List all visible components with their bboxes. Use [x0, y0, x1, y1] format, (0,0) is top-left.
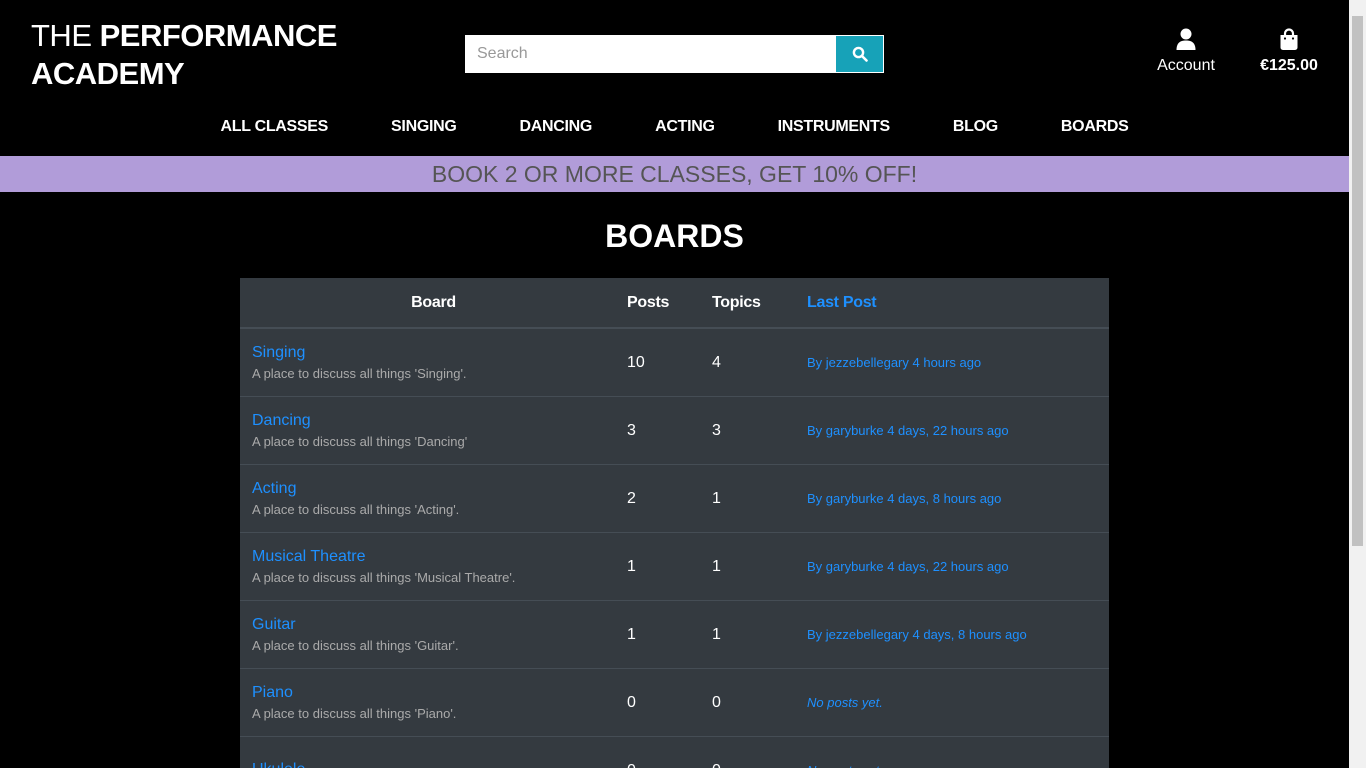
logo-text-bold-2: ACADEMY: [31, 56, 185, 91]
nav-instruments[interactable]: INSTRUMENTS: [778, 110, 891, 144]
board-link[interactable]: Musical Theatre: [252, 547, 615, 567]
last-post-link[interactable]: By jezzebellegary 4 hours ago: [795, 329, 1109, 396]
board-link[interactable]: Piano: [252, 683, 615, 703]
nav-singing[interactable]: SINGING: [391, 110, 457, 144]
site-header: THE PERFORMANCE ACADEMY Account: [0, 0, 1349, 156]
account-link[interactable]: Account: [1150, 28, 1222, 75]
board-link[interactable]: Guitar: [252, 615, 615, 635]
no-posts-text: No posts yet.: [795, 737, 1109, 768]
scrollbar-thumb[interactable]: [1352, 16, 1363, 546]
logo-text-bold: PERFORMANCE: [99, 18, 338, 53]
shopping-bag-link[interactable]: €125.00: [1253, 28, 1325, 75]
table-row: Piano A place to discuss all things 'Pian…: [240, 668, 1109, 736]
posts-count: 0: [615, 737, 700, 768]
last-post-link[interactable]: By jezzebellegary 4 days, 8 hours ago: [795, 601, 1109, 668]
topics-count: 1: [712, 625, 721, 643]
last-post-link[interactable]: By garyburke 4 days, 22 hours ago: [795, 533, 1109, 600]
board-description: A place to discuss all things 'Acting'.: [252, 501, 460, 517]
table-row: Ukulele 0 0 No posts yet.: [240, 736, 1109, 768]
main-nav: ALL CLASSES SINGING DANCING ACTING INSTR…: [0, 110, 1349, 144]
nav-boards[interactable]: BOARDS: [1061, 110, 1129, 144]
table-row: Guitar A place to discuss all things 'Gui…: [240, 600, 1109, 668]
logo-text-light: THE: [31, 18, 100, 53]
page-scrollbar[interactable]: [1349, 0, 1366, 768]
search-input[interactable]: [465, 35, 835, 73]
promo-banner: BOOK 2 OR MORE CLASSES, GET 10% OFF!: [0, 156, 1349, 192]
posts-count: 2: [627, 489, 636, 507]
user-icon: [1176, 28, 1196, 50]
table-row: Acting A place to discuss all things 'Act…: [240, 464, 1109, 532]
board-link[interactable]: Singing: [252, 343, 615, 363]
topics-count: 0: [712, 693, 721, 711]
table-header: Board Posts Topics Last Post: [240, 278, 1109, 328]
topics-count: 1: [712, 489, 721, 507]
topics-count: 3: [712, 421, 721, 439]
nav-all-classes[interactable]: ALL CLASSES: [221, 110, 329, 144]
nav-blog[interactable]: BLOG: [953, 110, 998, 144]
table-row: Dancing A place to discuss all things 'Da…: [240, 396, 1109, 464]
header-board: Board: [411, 293, 456, 311]
shopping-bag-icon: [1280, 28, 1298, 50]
board-description: A place to discuss all things 'Piano'.: [252, 705, 457, 721]
search-form: [465, 35, 884, 73]
search-icon: [852, 46, 868, 62]
board-description: A place to discuss all things 'Singing'.: [252, 365, 467, 381]
header-topics: Topics: [712, 293, 761, 311]
board-description: A place to discuss all things 'Musical T…: [252, 569, 516, 585]
last-post-link[interactable]: By garyburke 4 days, 8 hours ago: [795, 465, 1109, 532]
header-last-post: Last Post: [807, 293, 877, 311]
posts-count: 3: [627, 421, 636, 439]
table-row: Musical Theatre A place to discuss all th…: [240, 532, 1109, 600]
nav-dancing[interactable]: DANCING: [520, 110, 593, 144]
topics-count: 0: [700, 737, 795, 768]
board-link[interactable]: Acting: [252, 479, 615, 499]
posts-count: 0: [627, 693, 636, 711]
site-logo[interactable]: THE PERFORMANCE ACADEMY: [31, 17, 337, 93]
boards-table: Board Posts Topics Last Post Singing A pl…: [240, 278, 1109, 768]
search-button[interactable]: [835, 35, 884, 73]
board-description: A place to discuss all things 'Guitar'.: [252, 637, 459, 653]
last-post-link[interactable]: By garyburke 4 days, 22 hours ago: [795, 397, 1109, 464]
posts-count: 1: [627, 625, 636, 643]
topics-count: 4: [712, 353, 721, 371]
board-link[interactable]: Dancing: [252, 411, 615, 431]
posts-count: 10: [627, 353, 645, 371]
bag-total: €125.00: [1260, 57, 1318, 74]
board-description: A place to discuss all things 'Dancing': [252, 433, 468, 449]
account-label: Account: [1157, 57, 1215, 74]
nav-acting[interactable]: ACTING: [655, 110, 715, 144]
table-row: Singing A place to discuss all things 'Si…: [240, 328, 1109, 396]
board-link[interactable]: Ukulele: [252, 760, 615, 768]
page: THE PERFORMANCE ACADEMY Account: [0, 0, 1349, 768]
no-posts-text: No posts yet.: [807, 695, 883, 710]
posts-count: 1: [627, 557, 636, 575]
page-title: BOARDS: [605, 218, 744, 254]
header-posts: Posts: [627, 293, 670, 311]
topics-count: 1: [712, 557, 721, 575]
